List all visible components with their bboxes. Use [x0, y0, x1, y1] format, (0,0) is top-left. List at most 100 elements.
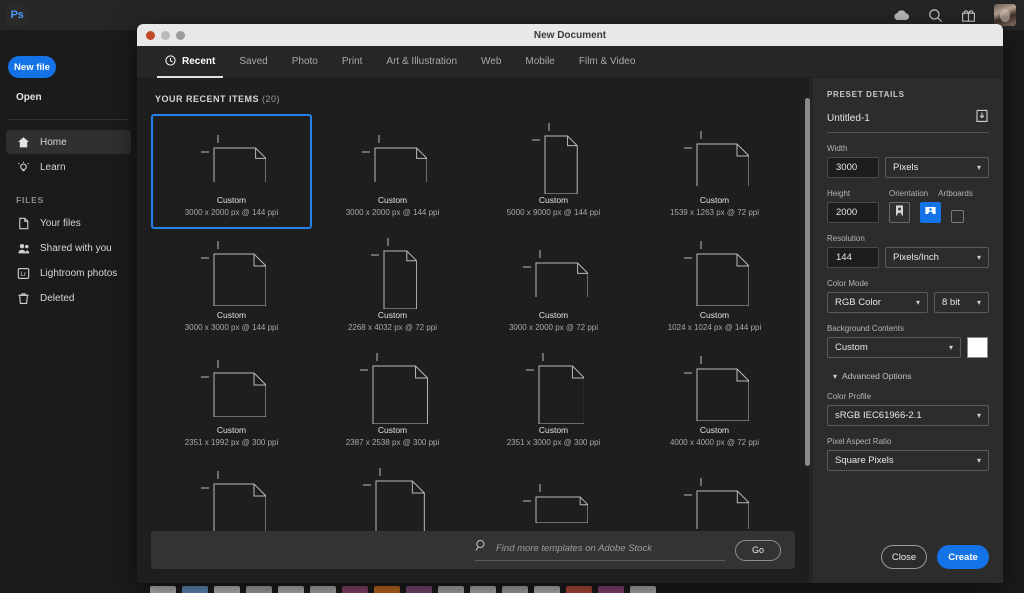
recent-item-card[interactable]: Custom 1539 x 1263 px @ 72 ppi	[634, 114, 795, 229]
chevron-down-icon: ▾	[976, 163, 981, 172]
recent-item-card[interactable]: Custom 2351 x 3000 px @ 300 ppi	[473, 344, 634, 459]
recent-item-dimensions: 2387 x 2538 px @ 300 ppi	[345, 438, 440, 447]
create-button[interactable]: Create	[937, 545, 989, 569]
recent-item-card[interactable]: Custom 1024 x 1024 px @ 144 ppi	[634, 229, 795, 344]
tab-photo[interactable]: Photo	[280, 46, 330, 78]
height-input[interactable]	[827, 202, 879, 223]
tab-label: Recent	[182, 56, 216, 67]
bit-depth-value: 8 bit	[942, 297, 960, 308]
new-document-dialog: New Document Recent Saved Photo Print Ar…	[137, 24, 1003, 583]
sidebar-item-lightroom-photos[interactable]: Lr Lightroom photos	[6, 261, 131, 285]
tab-web[interactable]: Web	[469, 46, 513, 78]
chevron-down-icon: ▾	[976, 411, 981, 420]
recent-item-thumbnail	[681, 352, 749, 424]
height-orientation-labels: Height Orientation Artboards	[827, 178, 989, 202]
pixel-aspect-ratio-label: Pixel Aspect Ratio	[827, 437, 892, 446]
recent-item-thumbnail	[681, 467, 749, 539]
chevron-down-icon: ▾	[976, 456, 981, 465]
top-bar-actions	[893, 4, 1024, 26]
resolution-unit-select[interactable]: Pixels/Inch ▾	[885, 247, 989, 268]
recent-item-thumbnail	[681, 122, 749, 194]
recent-item-thumbnail	[198, 237, 266, 309]
recent-item-card[interactable]: Custom 5000 x 9000 px @ 144 ppi	[473, 114, 634, 229]
pixel-aspect-ratio-select[interactable]: Square Pixels ▾	[827, 450, 989, 471]
recent-item-thumbnail	[529, 122, 578, 194]
tab-recent[interactable]: Recent	[153, 46, 227, 78]
new-file-button[interactable]: New file	[8, 56, 56, 78]
stock-search-go-button[interactable]: Go	[735, 539, 781, 561]
bit-depth-select[interactable]: 8 bit ▾	[934, 292, 989, 313]
tab-art-illustration[interactable]: Art & Illustration	[374, 46, 469, 78]
chevron-down-icon: ▾	[833, 371, 838, 381]
background-color-swatch[interactable]	[967, 337, 988, 358]
artboards-checkbox[interactable]	[951, 210, 964, 223]
cloud-icon[interactable]	[893, 8, 910, 22]
photoshop-logo: Ps	[6, 4, 28, 26]
color-profile-select[interactable]: sRGB IEC61966-2.1 ▾	[827, 405, 989, 426]
tab-mobile[interactable]: Mobile	[513, 46, 566, 78]
recent-item-dimensions: 3000 x 2000 px @ 144 ppi	[345, 208, 440, 217]
recent-item-card[interactable]: Custom 2268 x 4032 px @ 72 ppi	[312, 229, 473, 344]
recent-items-grid: Custom 3000 x 2000 px @ 144 ppi Custom 3000…	[137, 104, 809, 574]
sidebar-item-your-files[interactable]: Your files	[6, 211, 131, 235]
search-icon[interactable]	[928, 8, 943, 23]
learn-bulb-icon	[16, 161, 30, 174]
recent-item-name: Custom	[538, 310, 569, 320]
scrollbar-thumb[interactable]	[805, 98, 810, 466]
sidebar-section-files: FILES	[16, 195, 45, 205]
chevron-down-icon: ▾	[915, 298, 920, 307]
stock-search-field[interactable]	[475, 539, 725, 561]
recent-item-card[interactable]: Custom 2387 x 2538 px @ 300 ppi	[312, 344, 473, 459]
sidebar-divider	[8, 119, 129, 120]
macos-dock	[150, 583, 890, 593]
sidebar-item-deleted[interactable]: Deleted	[6, 286, 131, 310]
portrait-orientation-button[interactable]	[889, 202, 910, 223]
sidebar-item-label: Your files	[40, 217, 81, 229]
resolution-unit-value: Pixels/Inch	[893, 252, 939, 263]
recent-item-card[interactable]: Custom 3000 x 2000 px @ 144 ppi	[312, 114, 473, 229]
recent-item-card[interactable]: Custom 3000 x 2000 px @ 72 ppi	[473, 229, 634, 344]
tab-saved[interactable]: Saved	[227, 46, 279, 78]
recent-item-card[interactable]: Custom 3000 x 2000 px @ 144 ppi	[151, 114, 312, 229]
recent-item-card[interactable]: Custom 3000 x 3000 px @ 144 ppi	[151, 229, 312, 344]
recent-item-card[interactable]: Custom 2351 x 1992 px @ 300 ppi	[151, 344, 312, 459]
recent-item-card[interactable]: Custom 4000 x 4000 px @ 72 ppi	[634, 344, 795, 459]
save-preset-icon[interactable]	[975, 109, 989, 128]
recent-item-dimensions: 2351 x 3000 px @ 300 ppi	[506, 438, 601, 447]
recent-item-name: Custom	[699, 310, 730, 320]
dialog-footer: Close Create	[881, 545, 989, 569]
document-name-row	[827, 109, 989, 133]
advanced-options-toggle[interactable]: ▾ Advanced Options	[827, 371, 989, 381]
sidebar-item-learn[interactable]: Learn	[6, 155, 131, 179]
clock-icon	[165, 54, 176, 69]
recent-item-name: Custom	[377, 310, 408, 320]
landscape-orientation-button[interactable]	[920, 202, 941, 223]
sidebar-item-home[interactable]: Home	[6, 130, 131, 154]
color-mode-select[interactable]: RGB Color ▾	[827, 292, 928, 313]
recent-item-dimensions: 2268 x 4032 px @ 72 ppi	[347, 323, 438, 332]
document-name-input[interactable]	[827, 113, 969, 124]
color-profile-label: Color Profile	[827, 392, 872, 401]
width-unit-select[interactable]: Pixels ▾	[885, 157, 989, 178]
pixel-aspect-ratio-value: Square Pixels	[835, 455, 894, 466]
open-button[interactable]: Open	[16, 92, 137, 103]
resolution-row: Pixels/Inch ▾	[827, 247, 989, 268]
avatar[interactable]	[994, 4, 1016, 26]
recent-item-name: Custom	[216, 195, 247, 205]
recent-item-thumbnail	[359, 122, 427, 194]
width-row: Pixels ▾	[827, 157, 989, 178]
tab-print[interactable]: Print	[330, 46, 375, 78]
gift-icon[interactable]	[961, 8, 976, 23]
recent-item-name: Custom	[377, 425, 408, 435]
adobe-stock-search-bar: Go	[151, 531, 795, 569]
width-input[interactable]	[827, 157, 879, 178]
stock-search-input[interactable]	[496, 542, 725, 554]
recent-item-dimensions: 3000 x 2000 px @ 72 ppi	[508, 323, 599, 332]
close-button[interactable]: Close	[881, 545, 927, 569]
background-contents-select[interactable]: Custom ▾	[827, 337, 961, 358]
tab-film-video[interactable]: Film & Video	[567, 46, 648, 78]
recent-items-scrollbar[interactable]	[803, 84, 813, 564]
sidebar-item-shared-with-you[interactable]: Shared with you	[6, 236, 131, 260]
resolution-input[interactable]	[827, 247, 879, 268]
background-contents-label: Background Contents	[827, 324, 904, 333]
